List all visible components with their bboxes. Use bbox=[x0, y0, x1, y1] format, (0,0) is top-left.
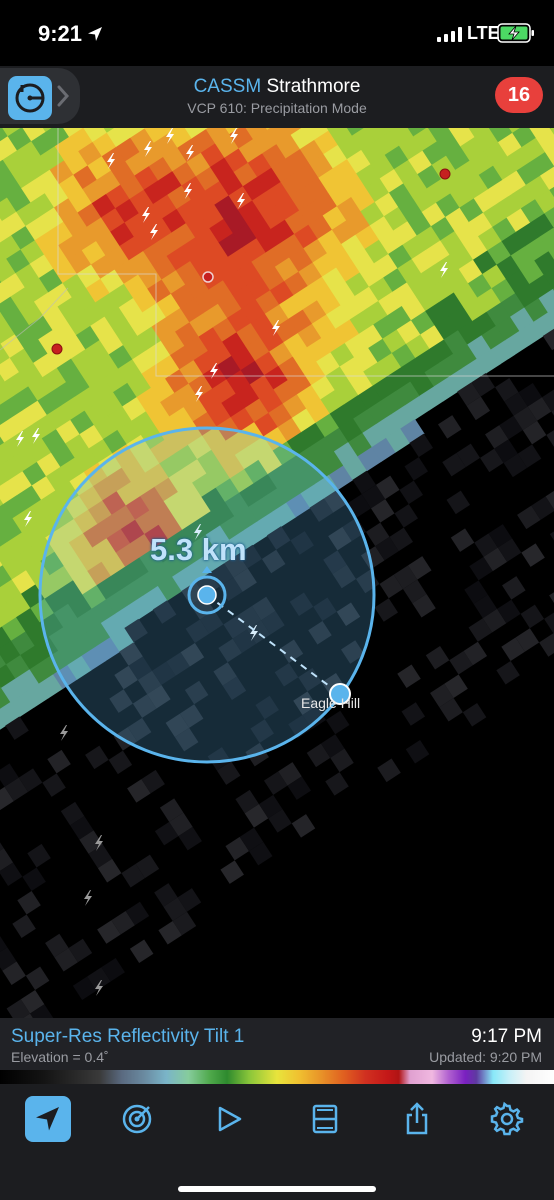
product-name: Super-Res Reflectivity Tilt 1 bbox=[11, 1026, 245, 1047]
lightning-icon bbox=[440, 262, 448, 278]
lightning-icon bbox=[272, 320, 280, 336]
home-indicator[interactable] bbox=[178, 1186, 376, 1192]
updated-time: Updated: 9:20 PM bbox=[429, 1049, 542, 1065]
lightning-icon bbox=[144, 141, 152, 157]
bottom-toolbar bbox=[0, 1084, 554, 1200]
lightning-icon bbox=[210, 363, 218, 379]
product-info-bar[interactable]: Super-Res Reflectivity Tilt 1 Elevation … bbox=[0, 1018, 554, 1070]
place-label: Eagle Hill bbox=[301, 695, 361, 711]
battery-charging-icon bbox=[497, 23, 534, 43]
lightning-icon bbox=[150, 224, 158, 240]
location-button[interactable] bbox=[25, 1096, 71, 1142]
scan-time: 9:17 PM bbox=[471, 1026, 542, 1047]
elevation-angle: Elevation = 0.4˚ bbox=[11, 1049, 109, 1065]
share-button[interactable] bbox=[394, 1096, 440, 1142]
town-marker bbox=[439, 168, 451, 180]
lightning-icon bbox=[237, 193, 245, 209]
lightning-icon bbox=[107, 153, 115, 169]
location-arrow-icon bbox=[36, 1107, 59, 1131]
status-bar: 9:21 LTE bbox=[0, 0, 554, 66]
layers-icon bbox=[312, 1104, 338, 1134]
lightning-icon bbox=[142, 207, 150, 223]
lightning-icon bbox=[24, 511, 32, 527]
station-title[interactable]: CASSM Strathmore bbox=[0, 76, 554, 98]
lightning-icon bbox=[95, 980, 103, 996]
radar-sweep-button[interactable] bbox=[114, 1096, 160, 1142]
town-marker bbox=[202, 271, 214, 283]
lightning-icon bbox=[60, 725, 68, 741]
status-time: 9:21 bbox=[38, 21, 83, 46]
layers-button[interactable] bbox=[302, 1096, 348, 1142]
station-name: Strathmore bbox=[266, 76, 361, 97]
lightning-icon bbox=[184, 183, 192, 199]
distance-label: 5.3 km bbox=[150, 532, 247, 567]
station-header: CASSM Strathmore VCP 610: Precipitation … bbox=[0, 66, 554, 128]
share-icon bbox=[406, 1102, 428, 1135]
lightning-icon bbox=[230, 128, 238, 144]
lightning-icon bbox=[16, 431, 24, 447]
lightning-strikes-old bbox=[60, 725, 103, 996]
road-line bbox=[0, 287, 69, 351]
alert-count-badge[interactable]: 16 bbox=[495, 77, 543, 113]
radar-sweep-icon bbox=[122, 1104, 152, 1134]
reflectivity-color-scale bbox=[0, 1070, 554, 1084]
map-overlay bbox=[0, 128, 554, 996]
lightning-icon bbox=[186, 145, 194, 161]
station-id: CASSM bbox=[193, 76, 262, 97]
signal-bars-icon bbox=[437, 27, 462, 42]
county-boundary bbox=[57, 128, 554, 377]
lightning-icon bbox=[84, 890, 92, 906]
crosshair-center bbox=[197, 585, 217, 605]
location-arrow-icon bbox=[88, 27, 102, 41]
town-marker bbox=[51, 343, 63, 355]
lightning-icon bbox=[95, 835, 103, 851]
lightning-icon bbox=[32, 428, 40, 444]
gear-icon bbox=[490, 1101, 524, 1136]
play-button[interactable] bbox=[206, 1096, 252, 1142]
lightning-icon bbox=[166, 128, 174, 144]
network-type: LTE bbox=[467, 23, 500, 43]
lightning-icon bbox=[195, 386, 203, 402]
settings-button[interactable] bbox=[484, 1096, 530, 1142]
play-icon bbox=[218, 1106, 242, 1132]
vcp-mode: VCP 610: Precipitation Mode bbox=[187, 100, 367, 116]
radar-map[interactable]: 5.3 km Eagle Hill bbox=[0, 128, 554, 1018]
